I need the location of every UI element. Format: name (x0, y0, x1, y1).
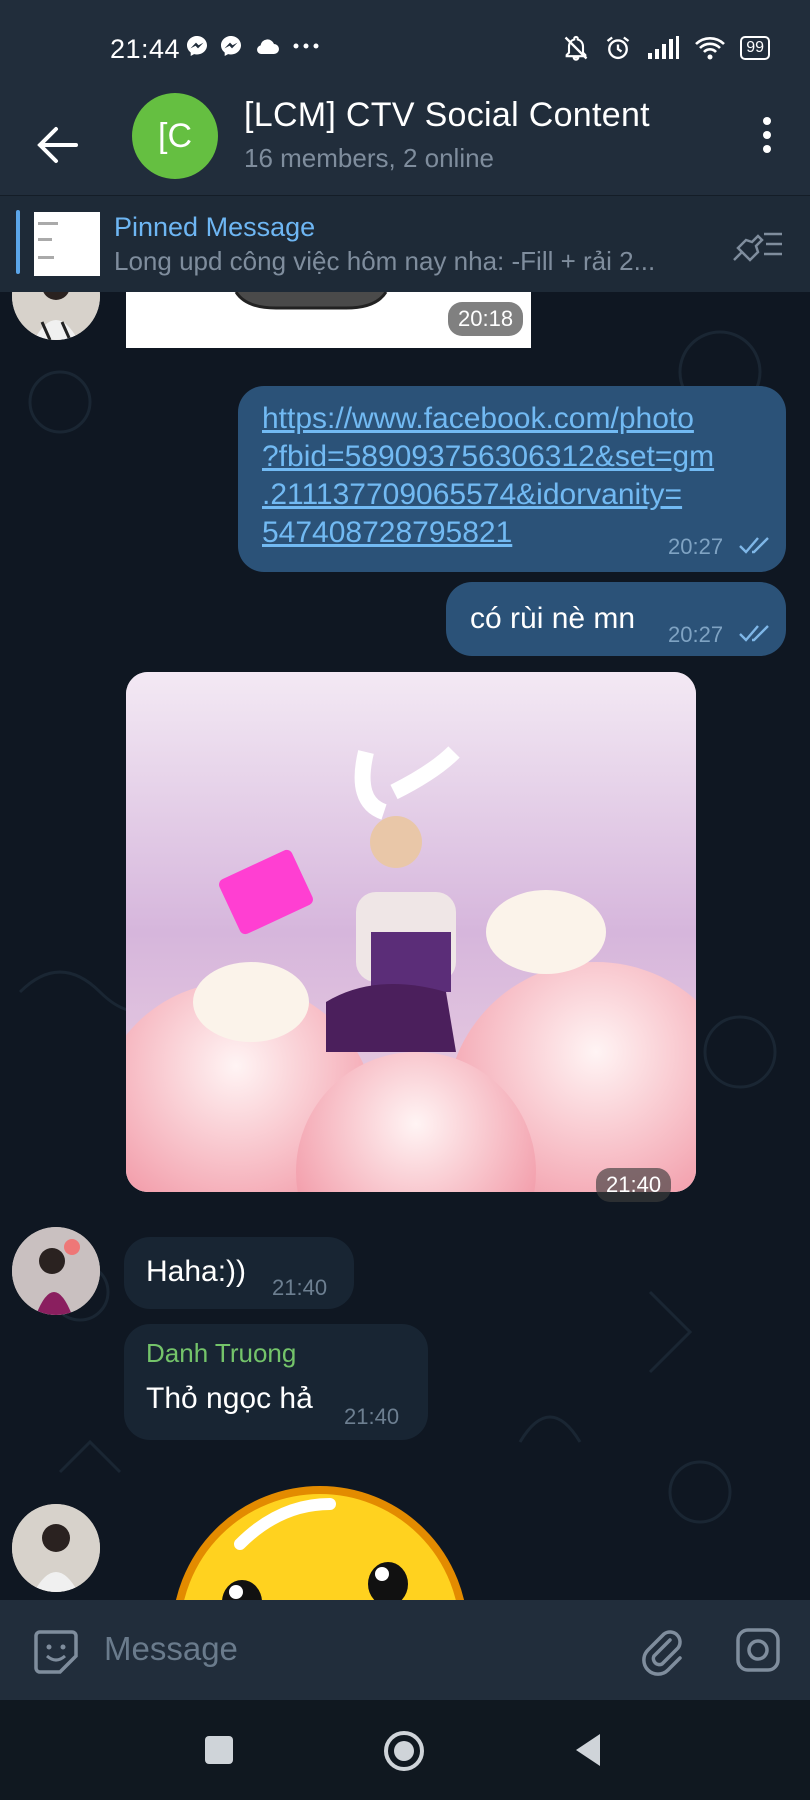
system-nav-bar (0, 1700, 810, 1800)
chat-messages[interactable]: 20:18 https://www.facebook.com/photo ?fb… (0, 292, 810, 1600)
double-check-icon (739, 625, 769, 642)
status-time: 21:44 (110, 34, 181, 64)
cloud-icon (257, 39, 279, 54)
emoji-sticker[interactable] (170, 1484, 470, 1600)
message-composer: Message (0, 1600, 810, 1700)
pinned-indicator (16, 210, 20, 274)
double-check-icon (739, 537, 769, 554)
wifi-icon (695, 37, 726, 60)
system-icons: 99 (562, 34, 770, 62)
message-time: 20:27 (668, 534, 724, 559)
battery-indicator: 99 (740, 36, 770, 60)
back-nav-icon[interactable] (572, 1732, 604, 1768)
status-bar: 21:44 99 (0, 0, 810, 95)
emoji-sticker-icon[interactable] (32, 1628, 80, 1676)
message-text: Haha:)) (146, 1255, 247, 1288)
photo-message[interactable] (126, 672, 696, 1192)
message-text: Thỏ ngọc hả (146, 1382, 313, 1415)
pinned-text: Long upd công việc hôm nay nha: -Fill + … (114, 246, 656, 276)
sender-name[interactable]: Danh Truong (146, 1338, 296, 1369)
messenger-icon (221, 36, 241, 56)
back-arrow-icon[interactable] (30, 119, 86, 171)
pinned-message-bar[interactable]: Pinned Message Long upd công việc hôm na… (0, 195, 810, 293)
message-time: 21:40 (272, 1275, 328, 1300)
avatar[interactable] (12, 1504, 100, 1592)
incoming-text-message[interactable]: Danh Truong Thỏ ngọc hả 21:40 (124, 1324, 428, 1440)
mute-bell-icon (564, 35, 588, 61)
camera-icon[interactable] (734, 1626, 782, 1674)
link-line[interactable]: ?fbid=589093756306312&set=gm (262, 438, 714, 476)
avatar[interactable] (12, 1227, 100, 1315)
outgoing-text-message[interactable]: có rùi nè mn 20:27 (446, 582, 786, 656)
message-time: 20:27 (668, 622, 724, 647)
pinned-title: Pinned Message (114, 212, 316, 242)
messenger-icon (187, 36, 207, 56)
pinned-thumbnail (34, 212, 100, 276)
signal-icon (648, 36, 680, 59)
chat-subtitle: 16 members, 2 online (244, 143, 495, 173)
notification-icons (185, 34, 321, 58)
outgoing-link-message[interactable]: https://www.facebook.com/photo ?fbid=589… (238, 386, 786, 572)
message-input[interactable]: Message (104, 1630, 238, 1668)
message-time: 20:18 (448, 302, 524, 336)
chat-title[interactable]: [LCM] CTV Social Content (244, 96, 650, 135)
message-text: có rùi nè mn (470, 602, 636, 635)
recents-icon[interactable] (203, 1734, 235, 1766)
incoming-text-message[interactable]: Haha:)) 21:40 (124, 1237, 354, 1309)
message-time: 21:40 (344, 1404, 400, 1429)
link-line[interactable]: https://www.facebook.com/photo (262, 400, 714, 438)
link-text[interactable]: https://www.facebook.com/photo ?fbid=589… (262, 400, 714, 552)
more-vert-icon[interactable] (754, 115, 780, 155)
attach-icon[interactable] (640, 1626, 684, 1676)
message-time: 21:40 (596, 1168, 672, 1202)
pin-list-icon[interactable] (730, 224, 784, 264)
link-line[interactable]: .211137709065574&idorvanity= (262, 476, 714, 514)
group-avatar[interactable]: [C (132, 93, 218, 179)
home-icon[interactable] (382, 1729, 426, 1773)
more-dots-icon (293, 43, 319, 49)
alarm-icon (607, 36, 630, 60)
link-line[interactable]: 547408728795821 (262, 514, 714, 552)
